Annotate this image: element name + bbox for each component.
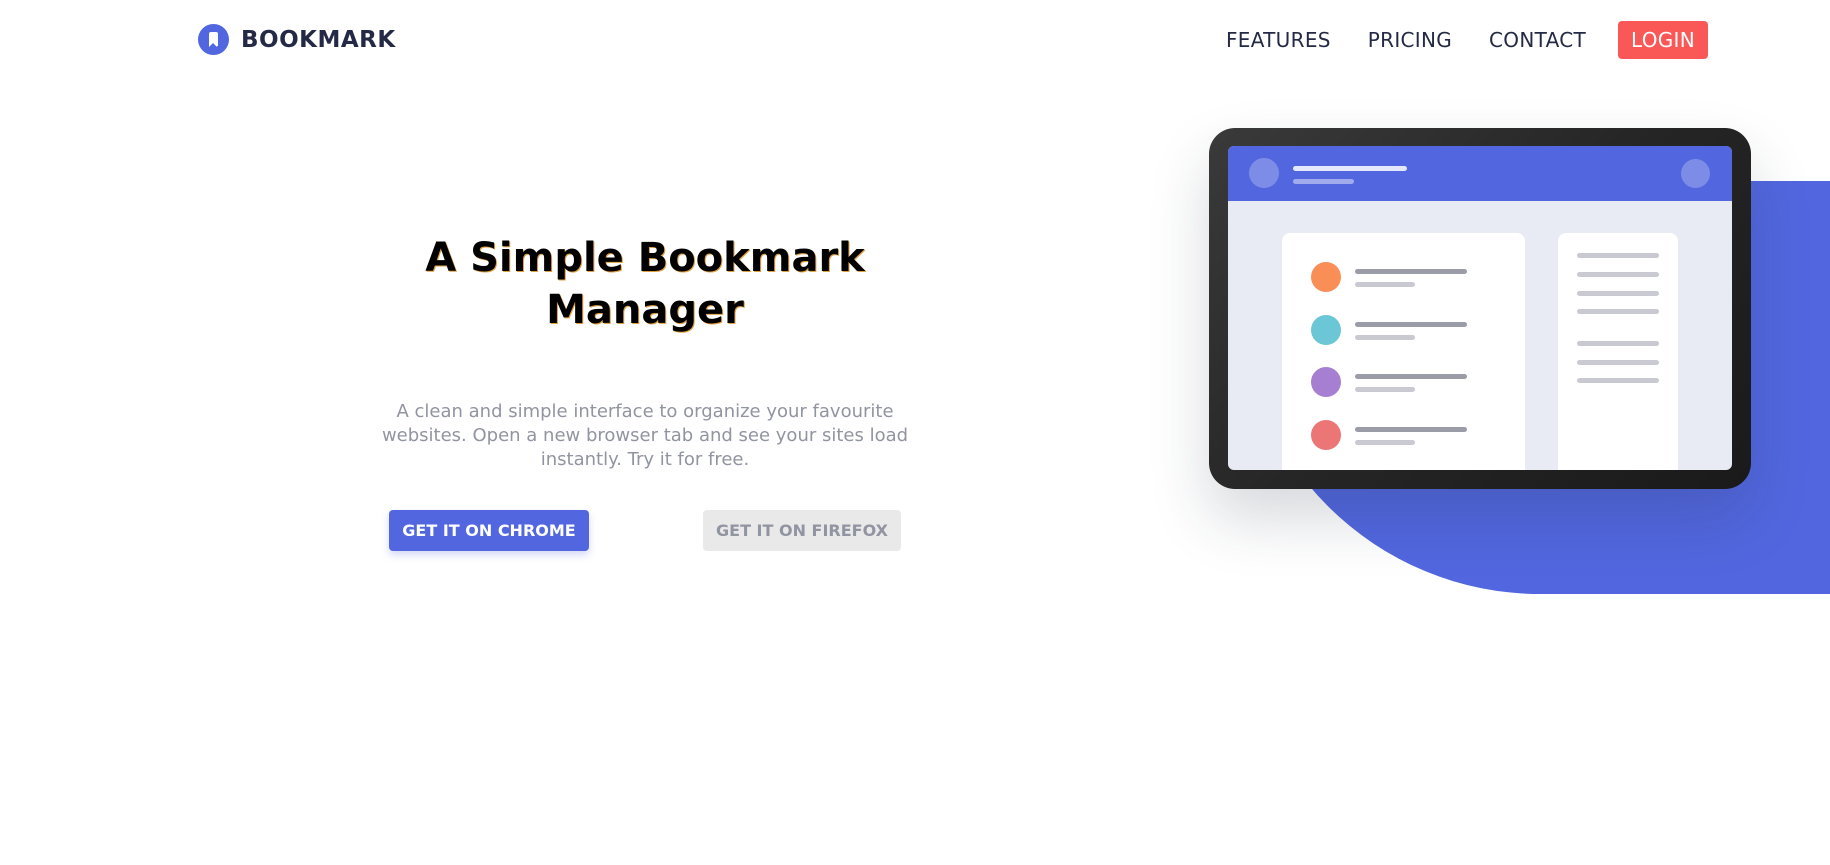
bookmark-list-panel: [1282, 233, 1525, 470]
nav-link-contact[interactable]: CONTACT: [1489, 28, 1586, 52]
logo-text: BOOKMARK: [241, 26, 396, 53]
line-placeholder: [1355, 282, 1415, 287]
bookmark-dot-red: [1311, 420, 1341, 450]
screen-header-bar: [1228, 146, 1732, 201]
nav-link-pricing[interactable]: PRICING: [1368, 28, 1452, 52]
line-placeholder: [1355, 335, 1415, 340]
line-placeholder: [1577, 253, 1659, 258]
line-placeholder: [1577, 291, 1659, 296]
bookmark-dot-purple: [1311, 367, 1341, 397]
get-firefox-button[interactable]: GET IT ON FIREFOX: [703, 510, 901, 551]
line-placeholder: [1577, 309, 1659, 314]
avatar-placeholder: [1249, 158, 1279, 188]
nav-link-features[interactable]: FEATURES: [1226, 28, 1331, 52]
hero-subtitle: A clean and simple interface to organize…: [381, 401, 909, 470]
tablet-screen: [1228, 146, 1732, 470]
line-placeholder: [1355, 269, 1467, 274]
hero-title: A Simple Bookmark Manager: [425, 235, 865, 333]
line-placeholder: [1577, 341, 1659, 346]
bookmark-dot-teal: [1311, 315, 1341, 345]
line-placeholder: [1355, 427, 1467, 432]
line-placeholder: [1577, 272, 1659, 277]
line-placeholder: [1577, 378, 1659, 383]
subtitle-placeholder: [1293, 179, 1354, 184]
line-placeholder: [1355, 387, 1415, 392]
title-placeholder: [1293, 166, 1407, 171]
line-placeholder: [1355, 440, 1415, 445]
get-chrome-button[interactable]: GET IT ON CHROME: [389, 510, 589, 551]
menu-circle-placeholder: [1681, 159, 1710, 188]
bookmark-dot-orange: [1311, 262, 1341, 292]
side-panel: [1558, 233, 1678, 470]
login-button[interactable]: LOGIN: [1618, 21, 1708, 59]
main-nav: FEATURES PRICING CONTACT LOGIN: [1226, 21, 1708, 59]
line-placeholder: [1355, 322, 1467, 327]
tablet-illustration: [1209, 128, 1751, 489]
line-placeholder: [1577, 360, 1659, 365]
logo[interactable]: BOOKMARK: [198, 24, 396, 55]
bookmark-icon: [198, 24, 229, 55]
line-placeholder: [1355, 374, 1467, 379]
